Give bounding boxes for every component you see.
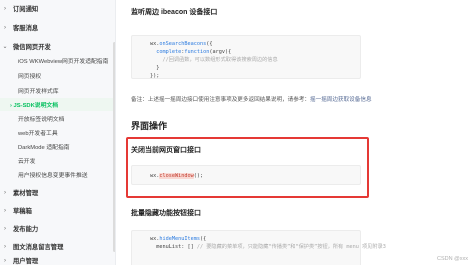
code-comment: //回调函数，可以数组形式取得该搜索周边的信息 (162, 57, 278, 63)
sidebar-item-label: 开放标签说明文档 (18, 117, 65, 123)
sidebar-nav: › 订阅通知 › 客服消息 ⌄ 微信网页开发 iOS WKWebview网页开发… (0, 0, 116, 265)
chevron-right-icon: › (4, 243, 6, 250)
code-line: complete:function(argv){ (150, 48, 352, 56)
sidebar-item-label: 网页开发样式库 (18, 89, 59, 95)
sidebar-subitem-ios-wkwebview[interactable]: iOS WKWebview网页开发适配指南 (0, 54, 114, 67)
code-token: (argv){ (209, 49, 232, 55)
note-text: 备注：上述摇一摇周边接口使用注意事项及更多返回结果说明，请参考： (131, 97, 311, 103)
code-token: complete (156, 49, 182, 55)
sidebar-subitem-open-tag[interactable]: 开放标签说明文档 (0, 112, 114, 125)
heading-close-window: 关闭当前网页窗口接口 (131, 147, 201, 154)
sidebar-subitem-web-auth[interactable]: 网页授权 (0, 69, 114, 82)
code-token-highlight: closeWindow (159, 173, 194, 179)
code-line: menuList: [] // 要隐藏的菜单项，只能隐藏“传播类”和“保护类”按… (150, 243, 386, 251)
sidebar-item-materials[interactable]: › 素材管理 (0, 186, 114, 199)
code-token: wx. (150, 173, 160, 179)
code-token: hideMenuItems (159, 236, 200, 242)
note-link[interactable]: 摇一摇周边获取设备信息 (310, 97, 372, 103)
sidebar-item-label: DarkMode 适配指南 (18, 145, 70, 151)
sidebar-item-label: 图文消息留言管理 (13, 244, 64, 251)
sidebar-item-label: 客服消息 (13, 25, 39, 32)
code-comment: // 要隐藏的菜单项，只能隐藏“传播类”和“保护类”按钮，所有 menu 项见附… (196, 244, 386, 250)
sidebar-subitem-style-lib[interactable]: 网页开发样式库 (0, 84, 114, 97)
sidebar-item-subscribe-notify[interactable]: › 订阅通知 (0, 2, 114, 15)
code-token: ({ (206, 41, 213, 47)
chevron-right-icon: › (4, 207, 6, 214)
sidebar-item-label: 微信网页开发 (13, 44, 51, 51)
code-block-close-window: wx.closeWindow(); (131, 165, 361, 185)
watermark: CSDN @xxx (437, 256, 468, 262)
sidebar-item-label: 云开发 (18, 159, 36, 165)
code-token: wx. (150, 41, 160, 47)
sidebar-item-label: 素材管理 (13, 190, 39, 197)
sidebar-item-label: 用户管理 (13, 258, 39, 265)
code-line: wx.onSearchBeacons({ (150, 40, 352, 48)
sidebar-subitem-auth-change[interactable]: 用户授权信息变更事件推送 (0, 168, 114, 181)
sidebar-item-drafts[interactable]: › 草稿箱 (0, 204, 114, 217)
sidebar-item-label: web开发者工具 (18, 131, 58, 137)
section-title-ui-ops: 界面操作 (131, 121, 168, 131)
chevron-down-icon: ⌄ (2, 44, 8, 50)
sidebar-item-label: 订阅通知 (13, 6, 39, 13)
sidebar-subitem-jssdk-doc[interactable]: › JS-SDK说明文档 (0, 98, 114, 111)
note-paragraph: 备注：上述摇一摇周边接口使用注意事项及更多返回结果说明，请参考：摇一摇周边获取设… (131, 95, 431, 103)
code-line: wx.closeWindow(); (150, 172, 352, 180)
code-token: onSearchBeacons (159, 41, 207, 47)
code-token: wx. (150, 236, 160, 242)
sidebar-subitem-darkmode[interactable]: DarkMode 适配指南 (0, 140, 114, 153)
code-token: function (184, 49, 210, 55)
chevron-right-icon: › (4, 257, 6, 264)
sidebar-item-label: 用户授权信息变更事件推送 (18, 173, 88, 179)
sidebar-item-publish[interactable]: › 发布能力 (0, 222, 114, 235)
code-line: //回调函数，可以数组形式取得该搜索周边的信息 (150, 56, 352, 64)
sidebar-item-text: JS-SDK说明文档 (13, 103, 58, 109)
chevron-right-icon: › (4, 24, 6, 31)
sidebar-item-comments[interactable]: › 图文消息留言管理 (0, 240, 114, 253)
sidebar-item-users[interactable]: › 用户管理 (0, 254, 114, 265)
sidebar-item-customer-service[interactable]: › 客服消息 (0, 21, 114, 34)
sidebar-subitem-web-devtools[interactable]: web开发者工具 (0, 126, 114, 139)
code-token: }); (150, 73, 160, 79)
sidebar-item-web-dev[interactable]: ⌄ 微信网页开发 (0, 40, 114, 53)
code-line: wx.hideMenuItems({ (150, 235, 352, 243)
chevron-right-icon: › (4, 5, 6, 12)
sidebar-item-label: 发布能力 (13, 226, 39, 233)
code-block-hide-menu: wx.hideMenuItems({ menuList: [] // 要隐藏的菜… (131, 230, 386, 265)
sidebar-item-label: iOS WKWebview网页开发适配指南 (18, 59, 109, 65)
sidebar-subitem-cloud-dev[interactable]: 云开发 (0, 154, 114, 167)
sidebar-item-label: 草稿箱 (13, 208, 32, 215)
code-token: menuList: [] (156, 244, 197, 250)
chevron-right-icon: › (4, 225, 6, 232)
sidebar-item-label-active: › JS-SDK说明文档 (10, 100, 58, 109)
code-block-ibeacon: wx.onSearchBeacons({ complete:function(a… (131, 35, 361, 79)
code-line: }); (150, 72, 352, 80)
heading-hide-menu: 批量隐藏功能按钮接口 (131, 210, 201, 217)
code-token: } (156, 65, 160, 71)
code-token: (); (193, 173, 204, 179)
code-line: } (150, 64, 352, 72)
heading-ibeacon: 监听周边 ibeacon 设备接口 (131, 9, 218, 16)
code-token: ({ (199, 236, 207, 242)
sidebar-item-label: 网页授权 (18, 74, 42, 80)
chevron-right-icon: › (4, 189, 6, 196)
sidebar-scrollbar[interactable] (113, 42, 115, 252)
doc-content: 监听周边 ibeacon 设备接口 wx.onSearchBeacons({ c… (117, 0, 474, 265)
